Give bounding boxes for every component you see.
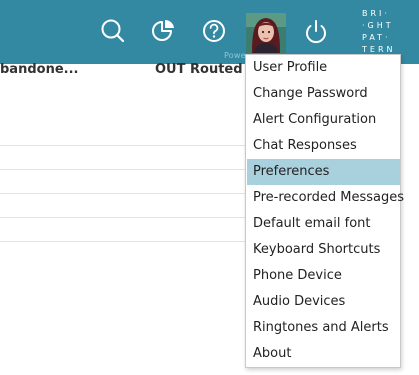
search-icon[interactable]: [98, 16, 128, 46]
menu-item-keyboard-shortcuts[interactable]: Keyboard Shortcuts: [247, 237, 400, 263]
bright-pattern-logo: BRI· ·GHT PAT· TERN: [362, 8, 414, 56]
logo-line: BRI·: [362, 9, 390, 18]
table-row-divider: [0, 217, 246, 218]
column-header-abandoned[interactable]: bandone...: [0, 62, 78, 77]
menu-item-about[interactable]: About: [247, 341, 400, 367]
table-row-divider: [0, 193, 246, 194]
logo-line: PAT·: [362, 33, 391, 42]
menu-item-preferences[interactable]: Preferences: [247, 159, 400, 185]
table-row-divider: [0, 241, 246, 242]
menu-item-default-email-font[interactable]: Default email font: [247, 211, 400, 237]
menu-item-audio-devices[interactable]: Audio Devices: [247, 289, 400, 315]
menu-item-change-password[interactable]: Change Password: [247, 81, 400, 107]
menu-item-alert-configuration[interactable]: Alert Configuration: [247, 107, 400, 133]
logo-line: ·GHT: [362, 21, 394, 30]
power-icon[interactable]: [301, 16, 331, 46]
column-header-out-routed[interactable]: OUT Routed: [155, 62, 243, 77]
menu-item-chat-responses[interactable]: Chat Responses: [247, 133, 400, 159]
help-icon[interactable]: [199, 16, 229, 46]
user-menu: User Profile Change Password Alert Confi…: [245, 54, 404, 368]
menu-item-user-profile[interactable]: User Profile: [247, 55, 400, 81]
menu-item-phone-device[interactable]: Phone Device: [247, 263, 400, 289]
avatar[interactable]: [246, 13, 286, 53]
powered-by-text: Powe: [224, 51, 246, 60]
table-row-divider: [0, 145, 246, 146]
table-row-divider: [0, 169, 246, 170]
chart-icon[interactable]: [148, 16, 178, 46]
menu-item-pre-recorded-messages[interactable]: Pre-recorded Messages: [247, 185, 404, 211]
menu-item-ringtones-and-alerts[interactable]: Ringtones and Alerts: [247, 315, 400, 341]
